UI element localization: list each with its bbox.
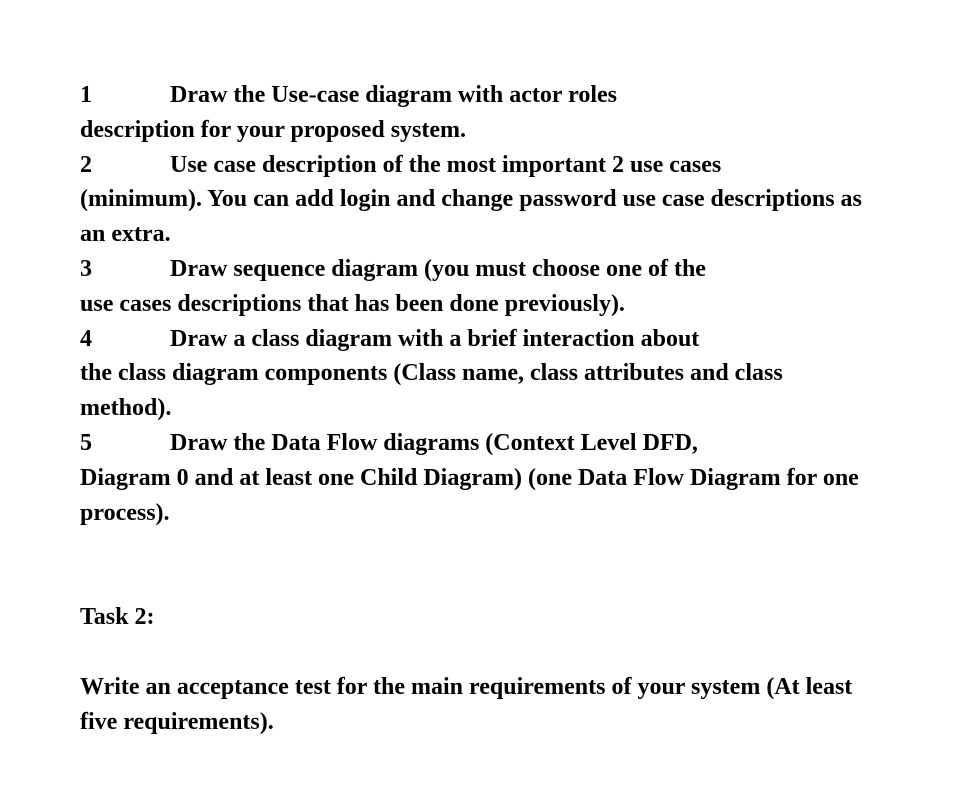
- document-content: 1Draw the Use-case diagram with actor ro…: [80, 78, 875, 740]
- item-number: 2: [80, 148, 170, 183]
- item-text-start: Draw the Use-case diagram with actor rol…: [170, 82, 617, 108]
- list-item-2: 2Use case description of the most import…: [80, 148, 875, 252]
- list-item-1: 1Draw the Use-case diagram with actor ro…: [80, 78, 875, 148]
- item-text-cont: description for your proposed system.: [80, 117, 466, 143]
- item-text-cont: (minimum). You can add login and change …: [80, 186, 862, 247]
- item-text-cont: Diagram 0 and at least one Child Diagram…: [80, 465, 859, 526]
- item-text-cont: use cases descriptions that has been don…: [80, 291, 625, 317]
- item-number: 5: [80, 426, 170, 461]
- item-text-start: Draw sequence diagram (you must choose o…: [170, 256, 706, 282]
- item-number: 4: [80, 322, 170, 357]
- item-text-start: Use case description of the most importa…: [170, 152, 721, 178]
- task2-heading: Task 2:: [80, 600, 875, 635]
- list-item-5: 5Draw the Data Flow diagrams (Context Le…: [80, 426, 875, 530]
- item-text-start: Draw a class diagram with a brief intera…: [170, 326, 699, 352]
- item-text-cont: the class diagram components (Class name…: [80, 360, 783, 421]
- item-number: 3: [80, 252, 170, 287]
- item-number: 1: [80, 78, 170, 113]
- item-text-start: Draw the Data Flow diagrams (Context Lev…: [170, 430, 698, 456]
- task2-body: Write an acceptance test for the main re…: [80, 670, 875, 740]
- list-item-3: 3Draw sequence diagram (you must choose …: [80, 252, 875, 322]
- list-item-4: 4Draw a class diagram with a brief inter…: [80, 322, 875, 426]
